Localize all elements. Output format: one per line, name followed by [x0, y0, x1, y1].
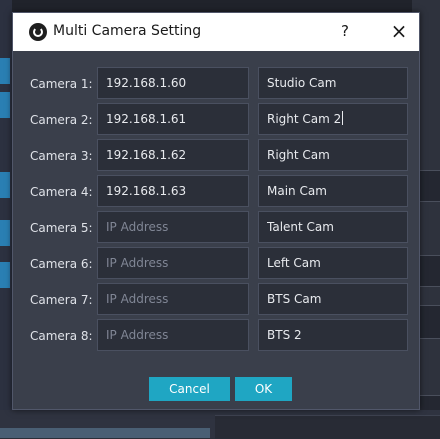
multi-camera-dialog: Multi Camera Setting ? × Camera 1: Camer… [12, 12, 420, 410]
camera-label: Camera 6: [30, 257, 93, 271]
background-chip [0, 262, 10, 288]
ok-button[interactable]: OK [235, 377, 292, 401]
camera-ip-input[interactable] [97, 319, 249, 351]
close-button[interactable]: × [386, 18, 412, 44]
camera-name-input[interactable] [258, 175, 408, 207]
camera-name-input[interactable] [258, 247, 408, 279]
camera-label: Camera 3: [30, 149, 93, 163]
camera-ip-input[interactable] [97, 139, 249, 171]
camera-name-input[interactable] [258, 319, 408, 351]
background-chip [0, 58, 10, 84]
camera-ip-input[interactable] [97, 67, 249, 99]
camera-ip-input[interactable] [97, 175, 249, 207]
dialog-titlebar: Multi Camera Setting ? × [13, 13, 419, 51]
camera-ip-input[interactable] [97, 283, 249, 315]
dialog-title: Multi Camera Setting [53, 23, 202, 39]
camera-label: Camera 1: [30, 77, 93, 91]
camera-ip-input[interactable] [97, 103, 249, 135]
camera-name-input[interactable] [258, 67, 408, 99]
camera-name-input-focused[interactable]: Right Cam 2 [258, 103, 408, 135]
camera-name-input[interactable] [258, 211, 408, 243]
camera-ip-input[interactable] [97, 247, 249, 279]
camera-name-input[interactable] [258, 139, 408, 171]
background-chip [0, 172, 10, 198]
background-highlight [0, 428, 210, 438]
text-caret [342, 111, 344, 125]
camera-name-input[interactable] [258, 283, 408, 315]
camera-ip-input[interactable] [97, 211, 249, 243]
camera-row: Camera 4: [13, 175, 419, 209]
camera-label: Camera 2: [30, 113, 93, 127]
background-chip [0, 220, 10, 246]
cancel-button[interactable]: Cancel [149, 377, 230, 401]
camera-row: Camera 8: [13, 319, 419, 353]
camera-row: Camera 7: [13, 283, 419, 317]
background-chip [0, 92, 10, 118]
camera-row: Camera 1: [13, 67, 419, 101]
camera-label: Camera 8: [30, 329, 93, 343]
background-field [418, 170, 440, 202]
camera-label: Camera 4: [30, 185, 93, 199]
help-button[interactable]: ? [333, 19, 357, 43]
background-bottom-panel [215, 415, 440, 439]
camera-row: Camera 6: [13, 247, 419, 281]
camera-label: Camera 7: [30, 293, 93, 307]
app-logo-icon [29, 23, 47, 41]
camera-row: Camera 3: [13, 139, 419, 173]
background-dropdown [418, 305, 440, 339]
camera-row: Camera 5: [13, 211, 419, 245]
camera-label: Camera 5: [30, 221, 93, 235]
camera-name-text: Right Cam 2 [267, 112, 342, 126]
background-dropdown [418, 255, 440, 287]
camera-row: Camera 2: Right Cam 2 [13, 103, 419, 137]
